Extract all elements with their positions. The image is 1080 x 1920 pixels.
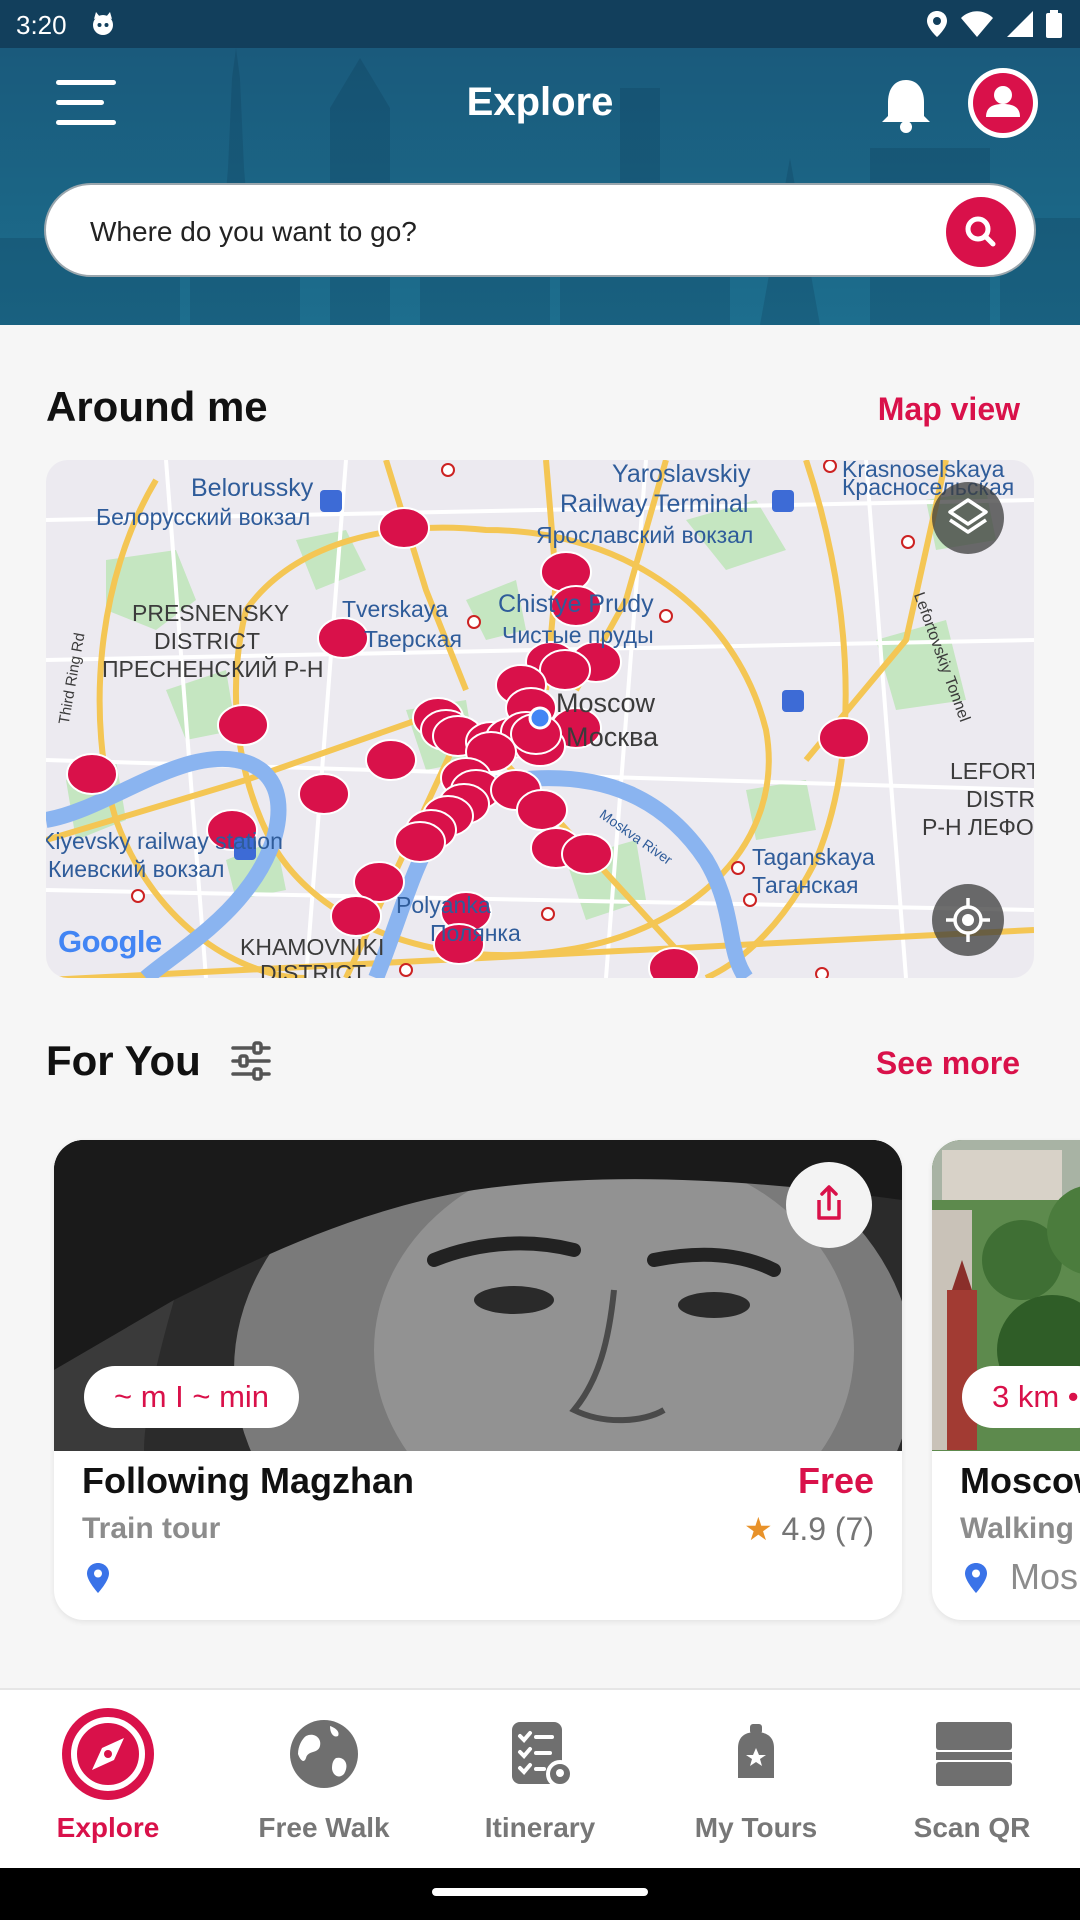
profile-icon: [973, 73, 1033, 133]
nav-label: My Tours: [694, 1812, 818, 1843]
tour-photo: ~ m I ~ min: [54, 1140, 902, 1451]
map-label-kiyevsky: Kiyevsky railway station: [46, 828, 283, 854]
nav-itinerary[interactable]: Itinerary: [432, 1690, 648, 1870]
pin-icon: [87, 1563, 109, 1593]
for-you-title: For You: [46, 1037, 201, 1084]
map-label-distr: DISTR: [966, 786, 1034, 812]
distance-duration-pill: ~ m I ~ min: [84, 1366, 300, 1428]
map-label-polyanka-ru: Полянка: [430, 920, 521, 946]
map-label-district: DISTRICT: [154, 628, 261, 654]
tour-type: Walking: [960, 1512, 1074, 1545]
map-label-yaroslavskiy-ru: Ярославский вокзал: [536, 522, 754, 548]
search-placeholder: Where do you want to go?: [90, 216, 417, 247]
map-label-lefort-ru: Р-Н ЛЕФО: [922, 814, 1034, 840]
search-input[interactable]: Where do you want to go?: [44, 183, 1036, 277]
map-label-khamovniki-district: DISTRICT: [260, 960, 367, 978]
map-label-chistye-prudy-ru: Чистые пруды: [502, 622, 654, 648]
qr-icon: [936, 1722, 1012, 1786]
checklist-icon: [512, 1722, 574, 1788]
bell-icon[interactable]: [880, 76, 932, 134]
tour-card[interactable]: 3 km • Moscow Walking Mos: [932, 1140, 1080, 1620]
map-view-link[interactable]: Map view: [878, 391, 1020, 428]
map-label-yaroslavskiy: Yaroslavskiy: [612, 460, 751, 488]
home-indicator[interactable]: [432, 1888, 648, 1896]
map-label-belorussky: Belorussky: [191, 474, 314, 502]
gesture-bar: [0, 1868, 1080, 1920]
signal-icon: [1007, 11, 1033, 37]
battery-icon: [1046, 10, 1062, 38]
layers-icon: [948, 498, 988, 534]
filter-icon[interactable]: [230, 1040, 272, 1082]
pin-icon: [965, 1563, 987, 1593]
map-label-kiyevsky-ru: Киевский вокзал: [48, 856, 225, 882]
search-icon: [965, 216, 996, 247]
nav-label: Scan QR: [913, 1812, 1031, 1843]
google-logo: Google: [58, 924, 162, 959]
profile-button[interactable]: [968, 68, 1038, 138]
share-icon: [817, 1185, 841, 1220]
backpack-icon: [738, 1724, 774, 1778]
map-label-polyanka: Polyanka: [396, 892, 491, 918]
nav-label: Explore: [56, 1812, 160, 1843]
screen: 3:20 Explore Where do you want to go? Ar…: [0, 0, 1080, 1920]
map-label-lefort: LEFORT: [950, 758, 1034, 784]
map-label-railway-terminal: Railway Terminal: [560, 490, 749, 518]
tour-price: Free: [797, 1460, 874, 1501]
map-label-chistye-prudy: Chistye Prudy: [498, 590, 654, 618]
tour-photo: 3 km •: [932, 1140, 1080, 1451]
tour-title: Following Magzhan: [82, 1460, 414, 1501]
tour-type: Train tour: [82, 1512, 221, 1545]
map-label-moscow: Moscow: [556, 688, 656, 718]
rating-value: 4.9 (7): [781, 1511, 874, 1547]
layers-button[interactable]: [932, 482, 1004, 554]
see-more-link[interactable]: See more: [876, 1045, 1020, 1082]
tour-card[interactable]: ~ m I ~ min Following Magzhan Free Train…: [54, 1140, 902, 1620]
nav-label: Free Walk: [258, 1812, 390, 1843]
bottom-nav: Explore Free Walk Itinerary My Tours Sca…: [0, 1688, 1080, 1868]
status-bar: 3:20: [0, 0, 1080, 48]
status-time: 3:20: [16, 10, 67, 40]
map-label-presnensky: PRESNENSKY: [132, 600, 290, 626]
cat-notification-icon: [93, 12, 113, 35]
map-label-taganskaya-ru: Таганская: [752, 872, 859, 898]
share-button[interactable]: [786, 1162, 872, 1248]
nav-explore[interactable]: Explore: [0, 1690, 216, 1870]
map-label-presnensky-ru: ПРЕСНЕНСКИЙ Р-Н: [102, 656, 324, 682]
distance-pill: 3 km •: [962, 1366, 1080, 1428]
nav-label: Itinerary: [484, 1812, 596, 1843]
map-label-khamovniki: KHAMOVNIKI: [240, 934, 385, 960]
map-label-tverskaya-ru: Тверская: [364, 626, 462, 652]
search-button[interactable]: [946, 197, 1016, 267]
tour-rating: ★ 4.9 (7): [744, 1510, 874, 1548]
nav-scan-qr[interactable]: Scan QR: [864, 1690, 1080, 1870]
map-label-tverskaya: Tverskaya: [342, 596, 449, 622]
map[interactable]: Belorussky Белорусский вокзал Yaroslavsk…: [46, 460, 1034, 978]
map-label-belorussky-ru: Белорусский вокзал: [96, 504, 311, 530]
tour-title: Moscow: [960, 1460, 1080, 1501]
locate-icon: [946, 898, 990, 942]
locate-button[interactable]: [932, 884, 1004, 956]
map-label-taganskaya: Taganskaya: [752, 844, 875, 870]
map-label-moscow-ru: Москва: [566, 722, 659, 752]
around-me-title: Around me: [46, 383, 268, 430]
tour-location: Mos: [1010, 1556, 1079, 1597]
nav-free-walk[interactable]: Free Walk: [216, 1690, 432, 1870]
star-icon: ★: [743, 1511, 773, 1547]
location-status-icon: [927, 11, 947, 37]
wifi-icon: [961, 11, 993, 37]
status-icons: [926, 10, 1062, 38]
globe-icon: [290, 1720, 358, 1788]
nav-my-tours[interactable]: My Tours: [648, 1690, 864, 1870]
header: Explore Where do you want to go?: [0, 48, 1080, 325]
compass-icon: [62, 1708, 154, 1800]
